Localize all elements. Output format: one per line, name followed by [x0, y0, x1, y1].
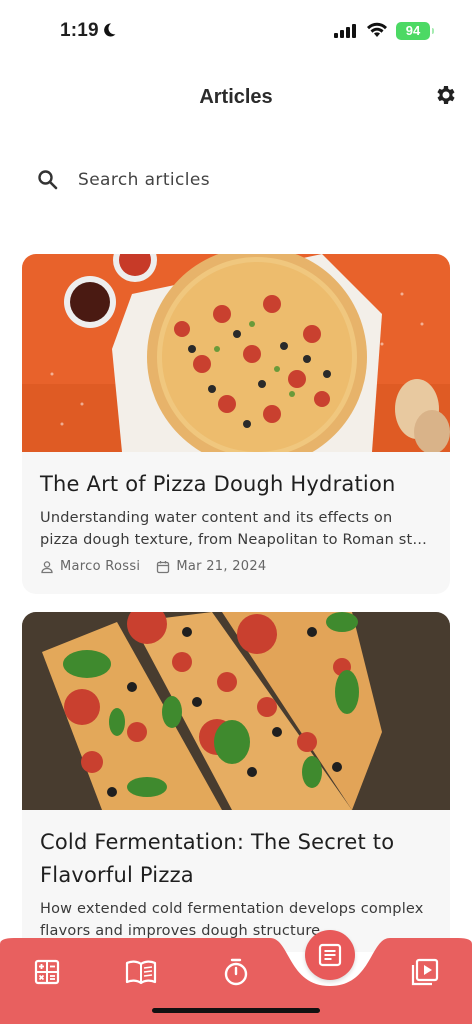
article-title: The Art of Pizza Dough Hydration — [40, 472, 396, 496]
gear-icon[interactable] — [433, 83, 457, 107]
article-excerpt: How extended cold fermentation develops … — [40, 901, 424, 939]
author-name: Marco Rossi — [60, 559, 141, 574]
nav-timer[interactable] — [216, 954, 256, 990]
moon-icon — [104, 23, 116, 37]
nav-calculator[interactable] — [27, 954, 67, 990]
wifi-icon — [367, 22, 387, 37]
article-image — [22, 254, 450, 452]
page-title: Articles — [199, 86, 273, 108]
cellular-signal-icon — [334, 24, 356, 38]
article-date: Mar 21, 2024 — [156, 559, 266, 574]
article-meta: Marco Rossi Mar 21, 2024 — [40, 559, 432, 574]
article-card[interactable]: The Art of Pizza Dough Hydration Underst… — [22, 254, 450, 594]
status-bar: 1:19 94 — [0, 0, 472, 62]
date-text: Mar 21, 2024 — [176, 559, 267, 574]
nav-videos[interactable] — [405, 954, 445, 990]
battery-indicator: 94 — [396, 22, 434, 40]
video-icon — [411, 958, 439, 986]
article-excerpt: Understanding water content and its effe… — [40, 510, 428, 548]
calculator-icon — [34, 959, 60, 985]
calendar-icon — [157, 560, 170, 573]
timer-icon — [224, 958, 248, 986]
article-content: Cold Fermentation: The Secret to Flavorf… — [40, 826, 432, 942]
book-icon — [125, 960, 157, 985]
status-time: 1:19 — [60, 20, 99, 41]
article-card[interactable]: Cold Fermentation: The Secret to Flavorf… — [22, 612, 450, 952]
search-input[interactable] — [78, 166, 418, 194]
article-author: Marco Rossi — [40, 559, 140, 574]
app-bar: Articles — [0, 70, 472, 124]
person-icon — [41, 560, 53, 573]
article-content: The Art of Pizza Dough Hydration Underst… — [40, 468, 432, 574]
home-indicator[interactable] — [152, 1008, 320, 1013]
articles-icon — [318, 943, 342, 967]
search-bar — [22, 152, 450, 208]
article-image — [22, 612, 450, 810]
search-icon — [38, 170, 58, 190]
nav-recipes[interactable] — [121, 954, 161, 990]
article-title: Cold Fermentation: The Secret to Flavorf… — [40, 830, 395, 887]
nav-articles[interactable] — [305, 930, 355, 980]
